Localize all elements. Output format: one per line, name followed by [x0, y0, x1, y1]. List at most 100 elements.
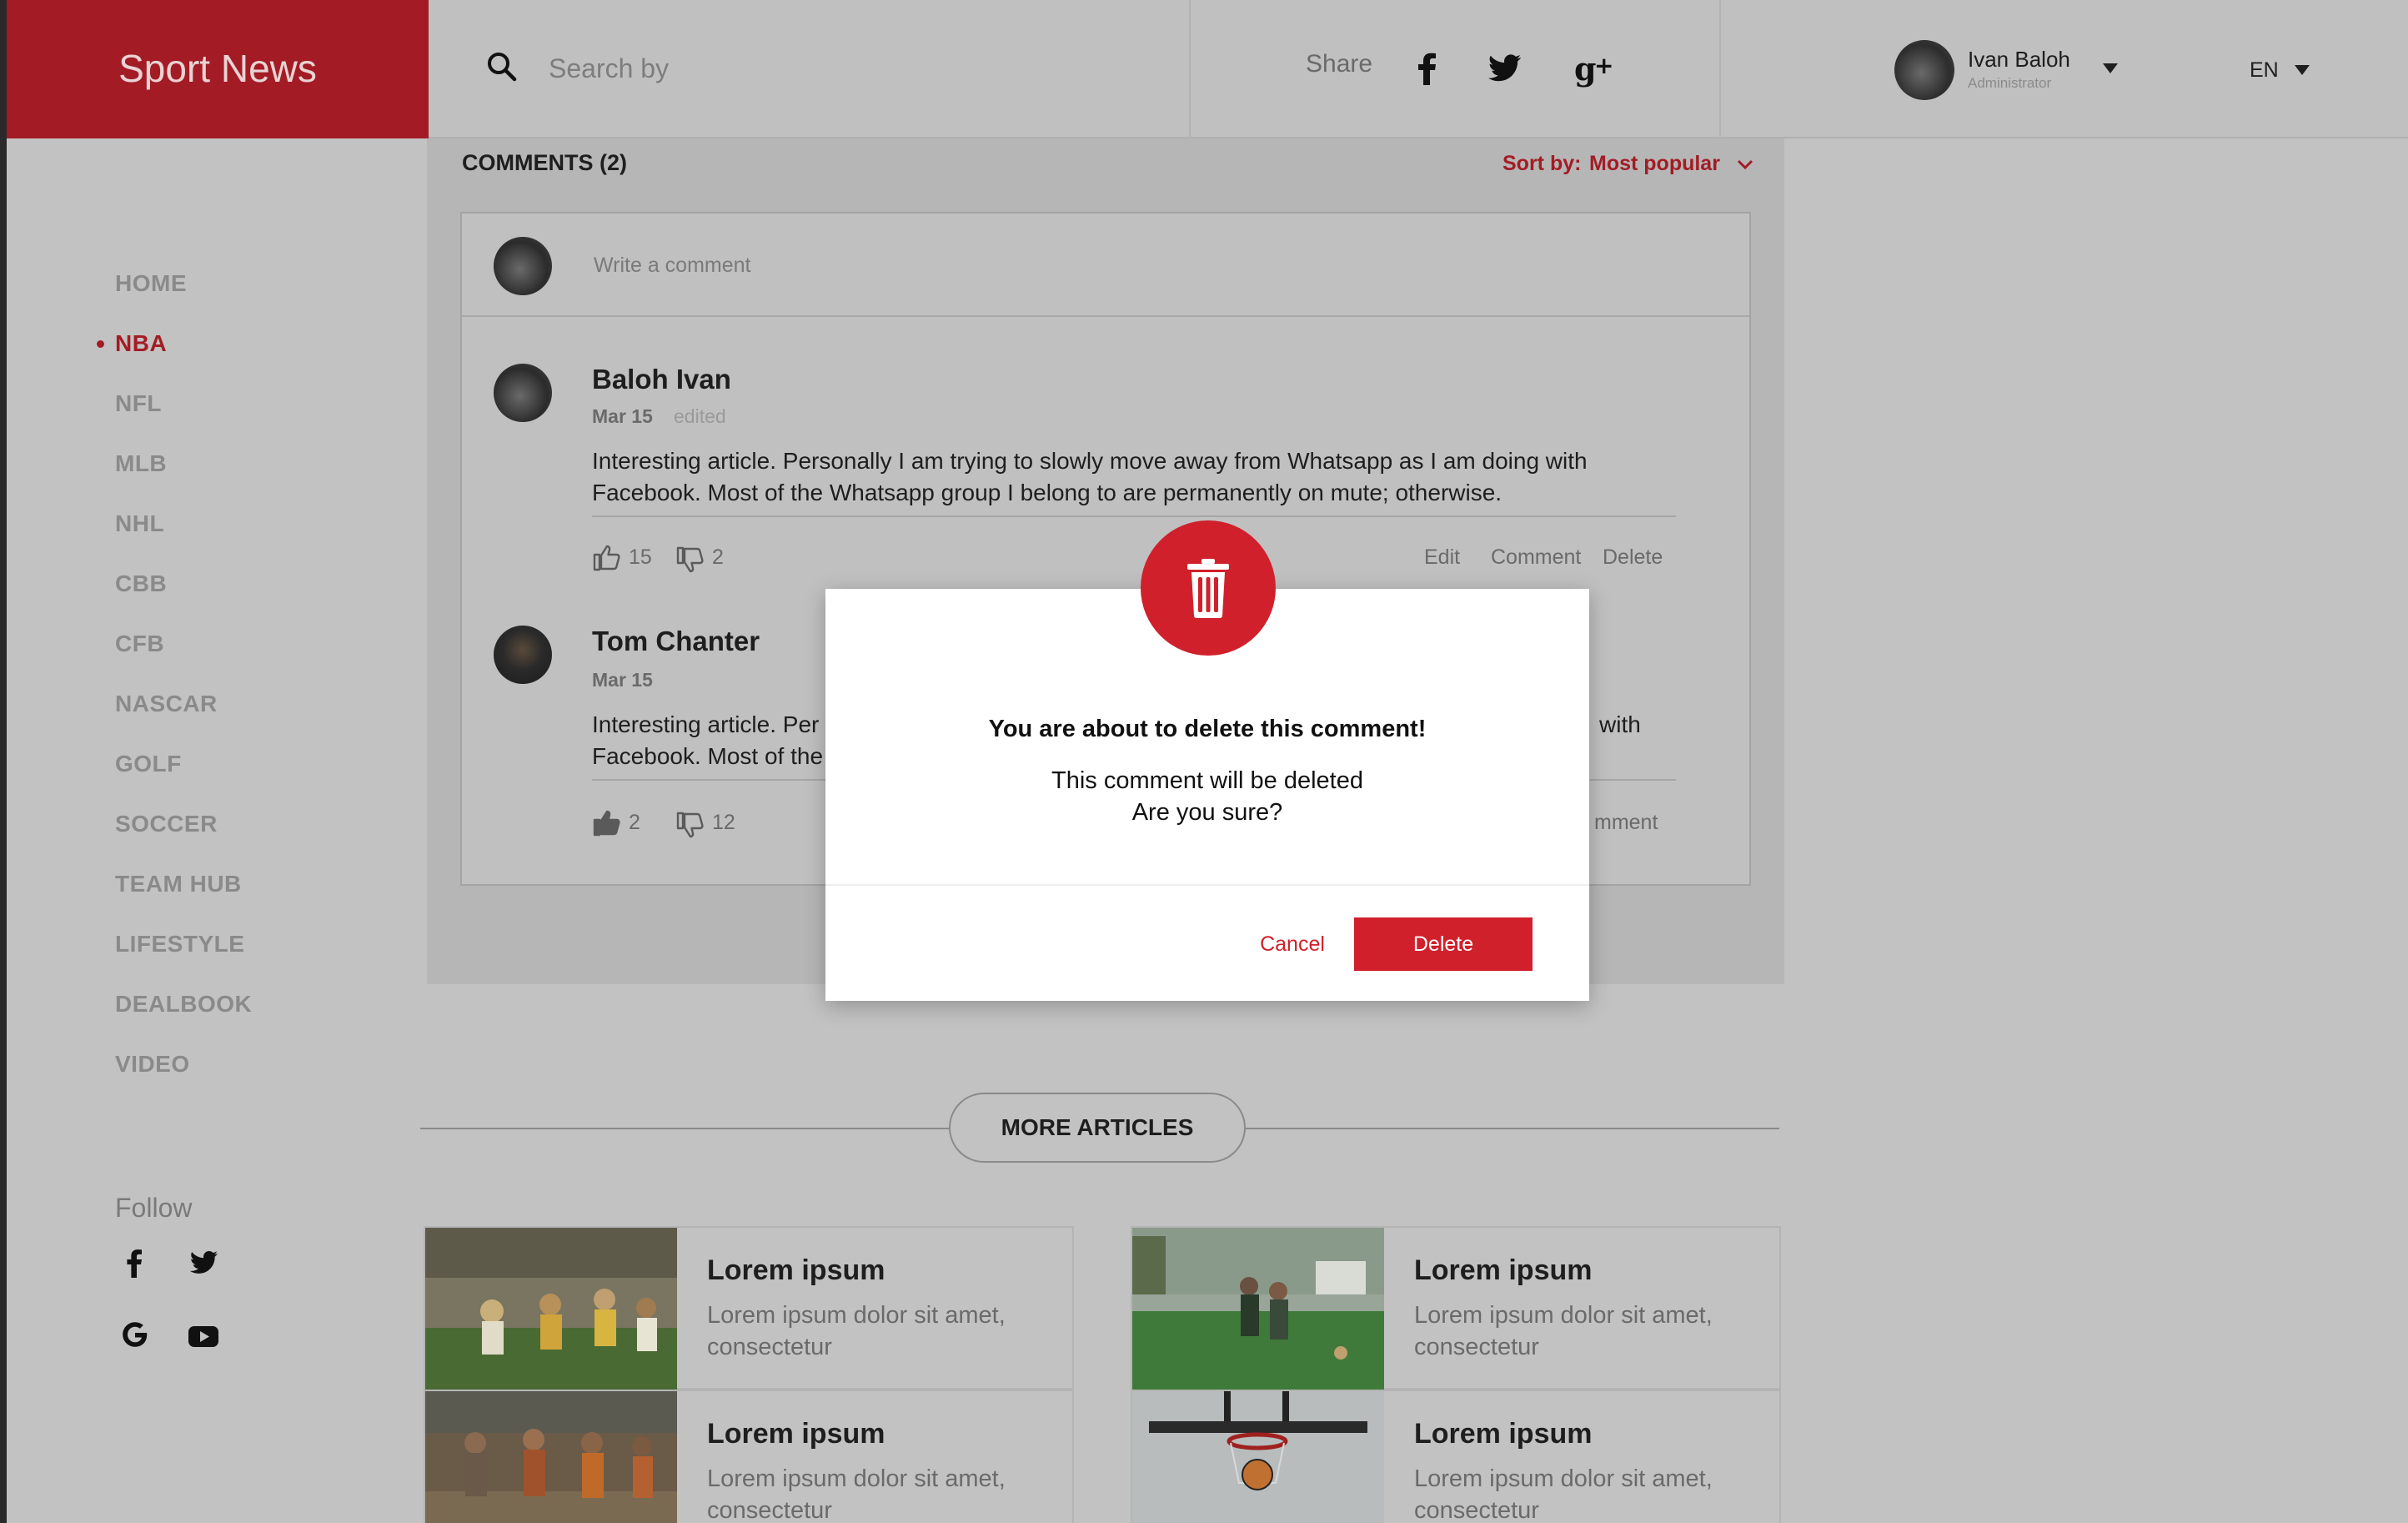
search-icon[interactable]	[485, 50, 519, 83]
edit-link[interactable]: Edit	[1424, 545, 1460, 570]
article-title: Lorem ipsum	[1414, 1418, 1593, 1450]
article-description: Lorem ipsum dolor sit amet, consectetur	[707, 1465, 1006, 1523]
sidebar-item-label: CBB	[115, 570, 168, 596]
sort-dropdown[interactable]: Most popular	[1589, 152, 1720, 176]
sidebar-item-video[interactable]: VIDEO	[115, 1051, 190, 1078]
sidebar-item-label: LIFESTYLE	[115, 931, 245, 957]
article-card[interactable]: Lorem ipsum Lorem ipsum dolor sit amet, …	[424, 1390, 1074, 1523]
follow-label: Follow	[115, 1193, 193, 1223]
comment-divider	[592, 515, 1676, 517]
user-name[interactable]: Ivan Baloh	[1968, 47, 2070, 73]
cancel-button[interactable]: Cancel	[1209, 917, 1376, 971]
thumbs-up-icon[interactable]	[592, 542, 622, 572]
language-caret-icon[interactable]	[2295, 65, 2310, 75]
header-divider	[1189, 0, 1191, 138]
facebook-icon[interactable]	[1406, 47, 1449, 90]
sidebar-item-soccer[interactable]: SOCCER	[115, 811, 218, 837]
sidebar-item-home[interactable]: HOME	[115, 270, 187, 297]
article-description: Lorem ipsum dolor sit amet, consectetur	[1414, 1465, 1713, 1523]
sidebar-item-label: DEALBOOK	[115, 991, 253, 1017]
share-label: Share	[1306, 50, 1373, 78]
svg-text:g: g	[1574, 50, 1597, 88]
sidebar-item-label: NBA	[115, 330, 168, 356]
active-indicator-dot	[97, 340, 104, 348]
dislike-count: 12	[712, 811, 735, 834]
delete-link[interactable]: Delete	[1603, 545, 1663, 570]
comment-author[interactable]: Baloh Ivan	[592, 364, 731, 395]
article-thumbnail	[1132, 1391, 1384, 1523]
site-logo[interactable]: Sport News	[7, 0, 429, 138]
dialog-icon-badge	[1141, 520, 1276, 656]
logo-text: Sport News	[118, 47, 317, 90]
twitter-icon[interactable]	[1482, 47, 1526, 90]
more-articles-button[interactable]: MORE ARTICLES	[949, 1093, 1246, 1163]
sidebar-item-label: NHL	[115, 510, 165, 536]
article-description: Lorem ipsum dolor sit amet, consectetur	[1414, 1302, 1713, 1360]
comment-input[interactable]	[594, 249, 1344, 282]
sidebar-item-label: SOCCER	[115, 811, 218, 837]
article-thumbnail	[425, 1228, 677, 1390]
thumbs-down-icon[interactable]	[675, 545, 705, 576]
sidebar-item-golf[interactable]: GOLF	[115, 751, 182, 777]
dialog-message: Are you sure?	[1131, 799, 1283, 826]
sidebar-item-label: GOLF	[115, 751, 182, 777]
dialog-message: This comment will be deleted	[1051, 767, 1363, 794]
avatar[interactable]	[494, 626, 552, 684]
chevron-down-icon[interactable]	[1736, 158, 1754, 170]
comment-author[interactable]: Tom Chanter	[592, 626, 760, 657]
article-thumbnail	[425, 1391, 677, 1523]
sidebar-item-label: MLB	[115, 450, 168, 476]
reply-link[interactable]: mment	[1594, 811, 1658, 835]
article-title: Lorem ipsum	[1414, 1254, 1593, 1286]
search-input[interactable]	[549, 45, 966, 92]
user-avatar[interactable]	[1894, 40, 1954, 100]
comments-title: COMMENTS (2)	[462, 150, 627, 175]
sidebar-item-cfb[interactable]: CFB	[115, 631, 164, 657]
twitter-icon[interactable]	[185, 1244, 222, 1281]
article-title: Lorem ipsum	[707, 1254, 885, 1286]
delete-button[interactable]: Delete	[1354, 917, 1533, 971]
user-menu-caret-icon[interactable]	[2103, 63, 2118, 73]
header-divider	[1719, 0, 1721, 138]
edited-label: edited	[674, 405, 726, 427]
trash-icon	[1187, 559, 1229, 618]
article-description: Lorem ipsum dolor sit amet, consectetur	[707, 1302, 1006, 1360]
comment-date: Mar 15	[592, 405, 653, 427]
write-comment-row	[462, 214, 1749, 317]
dialog-divider	[825, 884, 1589, 886]
comment-text-line: Interesting article. Personally I am try…	[592, 448, 1588, 474]
article-card[interactable]: Lorem ipsum Lorem ipsum dolor sit amet, …	[1131, 1390, 1781, 1523]
sidebar-item-mlb[interactable]: MLB	[115, 450, 167, 477]
like-count: 2	[629, 811, 640, 834]
window-edge	[0, 0, 7, 1523]
article-card[interactable]: Lorem ipsum Lorem ipsum dolor sit amet, …	[424, 1226, 1074, 1390]
thumbs-up-icon[interactable]	[592, 807, 622, 837]
comment-text-line: Facebook. Most of the Whatsapp group I b…	[592, 480, 1502, 505]
youtube-icon[interactable]	[185, 1318, 222, 1355]
top-header: Sport News Share g + Ivan Baloh Administ…	[7, 0, 2408, 138]
language-selector[interactable]: EN	[2250, 58, 2279, 83]
google-plus-icon[interactable]: g +	[1573, 47, 1616, 90]
sidebar-item-dealbook[interactable]: DEALBOOK	[115, 991, 252, 1018]
sidebar-item-lifestyle[interactable]: LIFESTYLE	[115, 931, 244, 958]
sidebar-item-nfl[interactable]: NFL	[115, 390, 162, 417]
sidebar-item-nba[interactable]: NBA	[97, 330, 168, 357]
sidebar-nav: HOME NBA NFL MLB NHL CBB CFB NASCAR GOLF…	[7, 138, 422, 1523]
google-icon[interactable]	[117, 1316, 153, 1353]
comment-text: Interesting article. Personally I am try…	[592, 445, 1676, 509]
sidebar-item-label: NFL	[115, 390, 162, 416]
avatar[interactable]	[494, 364, 552, 422]
sidebar-item-label: NASCAR	[115, 691, 218, 716]
thumbs-down-icon[interactable]	[675, 811, 705, 841]
reply-link[interactable]: Comment	[1491, 545, 1581, 570]
dislike-count: 2	[712, 545, 724, 569]
sidebar-item-nascar[interactable]: NASCAR	[115, 691, 218, 717]
sidebar-item-label: HOME	[115, 270, 187, 296]
sidebar-item-team-hub[interactable]: TEAM HUB	[115, 871, 242, 897]
article-card[interactable]: Lorem ipsum Lorem ipsum dolor sit amet, …	[1131, 1226, 1781, 1390]
sidebar-item-nhl[interactable]: NHL	[115, 510, 164, 537]
sidebar-item-cbb[interactable]: CBB	[115, 570, 167, 597]
comment-text-fragment: with	[1599, 711, 1641, 737]
facebook-icon[interactable]	[117, 1244, 153, 1281]
svg-text:+: +	[1594, 52, 1613, 79]
